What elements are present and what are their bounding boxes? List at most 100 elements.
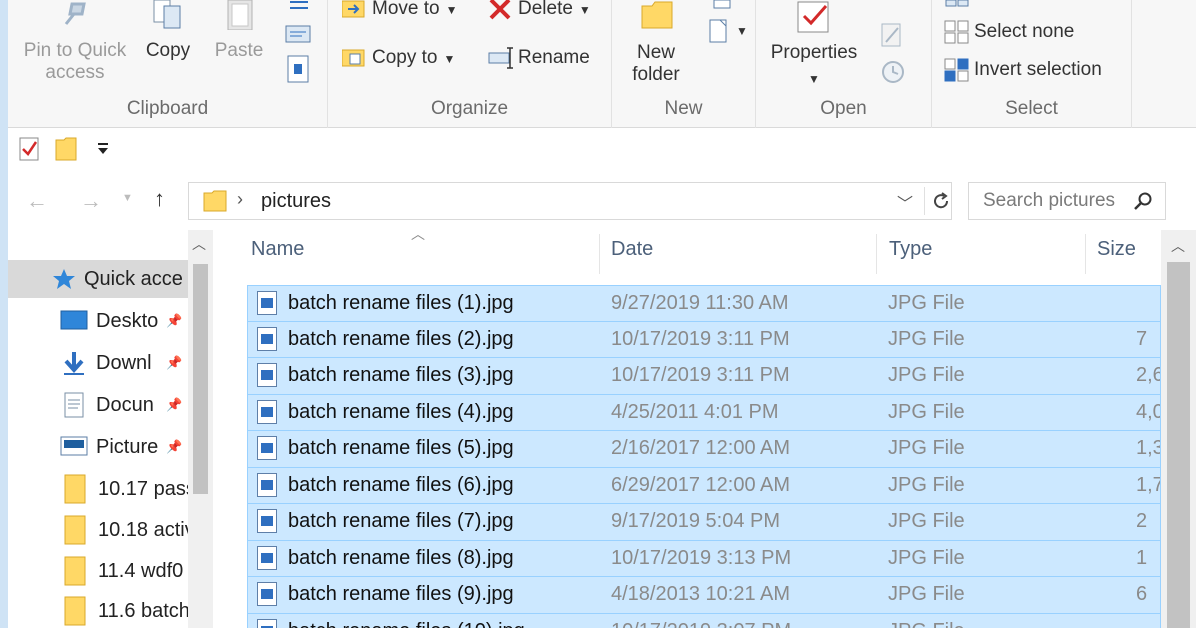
file-type: JPG File (888, 327, 965, 350)
open-group: Properties ▼ Open (756, 0, 932, 128)
file-size: 1,3 (1136, 437, 1160, 459)
paste-button[interactable]: Paste (204, 0, 274, 90)
delete-icon (488, 0, 512, 21)
nav-item-folder[interactable]: 11.6 batch (8, 592, 188, 628)
copy-button[interactable]: Copy (136, 0, 200, 90)
nav-item-label: 10.17 pass (98, 478, 188, 500)
invert-selection-button[interactable]: Invert selection (944, 58, 1102, 82)
address-dropdown-icon[interactable]: ﹀ (897, 190, 913, 214)
column-header-size[interactable]: Size (1097, 238, 1136, 278)
file-list-scroll-thumb[interactable] (1167, 262, 1190, 628)
new-item-icon[interactable] (708, 18, 732, 44)
move-to-button[interactable]: Move to ▼ (341, 0, 457, 21)
file-size: 1 (1136, 546, 1148, 569)
folder-icon (64, 474, 86, 504)
back-arrow-icon[interactable]: ← (26, 188, 48, 214)
new-folder-button[interactable]: New folder (624, 0, 688, 90)
pin-icon (64, 2, 86, 25)
navigation-bar: ← → ▼ ↑ › pictures ﹀ Search pictures (8, 170, 1196, 230)
file-list-scrollbar[interactable]: ︿ (1161, 230, 1196, 628)
nav-pane-scrollbar[interactable]: ︿ (188, 230, 213, 628)
easy-access-icon[interactable] (712, 0, 734, 10)
file-row[interactable]: batch rename files (6).jpg 6/29/2017 12:0… (247, 467, 1161, 504)
column-header-name[interactable]: Name (251, 238, 304, 278)
recent-locations-dropdown-icon[interactable]: ▼ (122, 192, 133, 204)
delete-button[interactable]: Delete ▼ (488, 0, 591, 21)
rename-label: Rename (518, 47, 590, 69)
file-row[interactable]: batch rename files (8).jpg 10/17/2019 3:1… (247, 540, 1161, 577)
download-icon (64, 352, 84, 375)
file-row[interactable]: batch rename files (1).jpg 9/27/2019 11:3… (247, 285, 1161, 322)
scroll-up-icon[interactable]: ︿ (1171, 236, 1185, 256)
search-box[interactable]: Search pictures (968, 182, 1166, 220)
clipboard-group-label: Clipboard (126, 98, 209, 119)
column-divider[interactable] (599, 234, 600, 274)
pin-icon: 📌 (166, 313, 183, 328)
qat-properties-icon[interactable] (18, 136, 42, 162)
copy-path-icon[interactable] (284, 24, 312, 44)
breadcrumb-pictures[interactable]: pictures (261, 190, 331, 213)
nav-item-folder[interactable]: 10.18 activ (8, 511, 188, 549)
search-placeholder: Search pictures (983, 190, 1116, 211)
file-date: 10/17/2019 3:11 PM (611, 364, 790, 386)
column-divider[interactable] (876, 234, 877, 274)
cut-icon[interactable] (286, 0, 312, 12)
search-icon[interactable] (1133, 191, 1153, 211)
qat-customize-dropdown-icon[interactable] (96, 142, 110, 156)
copy-to-button[interactable]: Copy to ▼ (341, 46, 455, 70)
pin-to-quick-access-button[interactable]: Pin to Quick access (16, 0, 134, 90)
properties-icon (797, 1, 829, 33)
nav-item-pictures[interactable]: Picture 📌 (8, 428, 188, 466)
pictures-icon (60, 436, 88, 456)
rename-button[interactable]: Rename (488, 46, 590, 70)
file-size: 2 (1136, 510, 1148, 532)
qat-new-folder-icon[interactable] (54, 136, 78, 162)
nav-item-desktop[interactable]: Deskto 📌 (8, 302, 188, 340)
forward-arrow-icon[interactable]: → (80, 188, 102, 214)
history-icon[interactable] (880, 60, 906, 84)
new-item-dropdown-icon[interactable]: ▼ (736, 24, 748, 38)
file-row[interactable]: batch rename files (10).jpg 10/17/2019 3:… (247, 613, 1161, 628)
jpg-file-icon (257, 618, 277, 628)
jpg-file-icon (257, 363, 277, 387)
file-type: JPG File (888, 546, 965, 569)
nav-item-quick-access[interactable]: Quick acce (8, 260, 188, 298)
file-row[interactable]: batch rename files (9).jpg 4/18/2013 10:2… (247, 577, 1161, 614)
file-row[interactable]: batch rename files (5).jpg 2/16/2017 12:0… (247, 431, 1161, 468)
file-row[interactable]: batch rename files (7).jpg 9/17/2019 5:04… (247, 504, 1161, 541)
edit-icon[interactable] (880, 22, 904, 48)
file-name: batch rename files (8).jpg (288, 546, 514, 569)
breadcrumb-separator-icon[interactable]: › (237, 189, 243, 210)
nav-item-folder[interactable]: 10.17 pass (8, 470, 188, 508)
select-none-icon (944, 20, 969, 44)
file-name: batch rename files (2).jpg (288, 327, 514, 350)
file-size: 6 (1136, 583, 1148, 605)
document-icon (64, 392, 84, 418)
move-to-icon (341, 0, 366, 21)
nav-pane-scroll-thumb[interactable] (193, 264, 208, 494)
jpg-file-icon (257, 291, 277, 315)
file-row[interactable]: batch rename files (3).jpg 10/17/2019 3:1… (247, 358, 1161, 395)
select-none-button[interactable]: Select none (944, 20, 1074, 44)
copy-icon (153, 0, 181, 29)
address-bar[interactable]: › pictures ﹀ (188, 182, 952, 220)
column-header-date[interactable]: Date (611, 238, 653, 278)
properties-button[interactable]: Properties ▼ (766, 0, 862, 90)
copy-to-label: Copy to (372, 47, 438, 69)
file-date: 2/16/2017 12:00 AM (611, 437, 791, 459)
nav-item-folder[interactable]: 11.4 wdf0 (8, 552, 188, 590)
select-all-icon[interactable] (944, 0, 972, 8)
file-row[interactable]: batch rename files (2).jpg 10/17/2019 3:1… (247, 321, 1161, 358)
paste-shortcut-icon[interactable] (284, 54, 312, 84)
file-date: 10/17/2019 3:11 PM (611, 327, 790, 350)
column-divider[interactable] (1085, 234, 1086, 274)
refresh-button[interactable] (924, 187, 952, 215)
folder-icon (64, 556, 86, 586)
file-type: JPG File (888, 400, 965, 423)
up-arrow-icon[interactable]: ↑ (154, 186, 165, 212)
nav-item-downloads[interactable]: Downl 📌 (8, 344, 188, 382)
scroll-up-icon[interactable]: ︿ (192, 234, 206, 254)
nav-item-documents[interactable]: Docun 📌 (8, 386, 188, 424)
file-row[interactable]: batch rename files (4).jpg 4/25/2011 4:01… (247, 394, 1161, 431)
column-header-type[interactable]: Type (889, 238, 932, 278)
